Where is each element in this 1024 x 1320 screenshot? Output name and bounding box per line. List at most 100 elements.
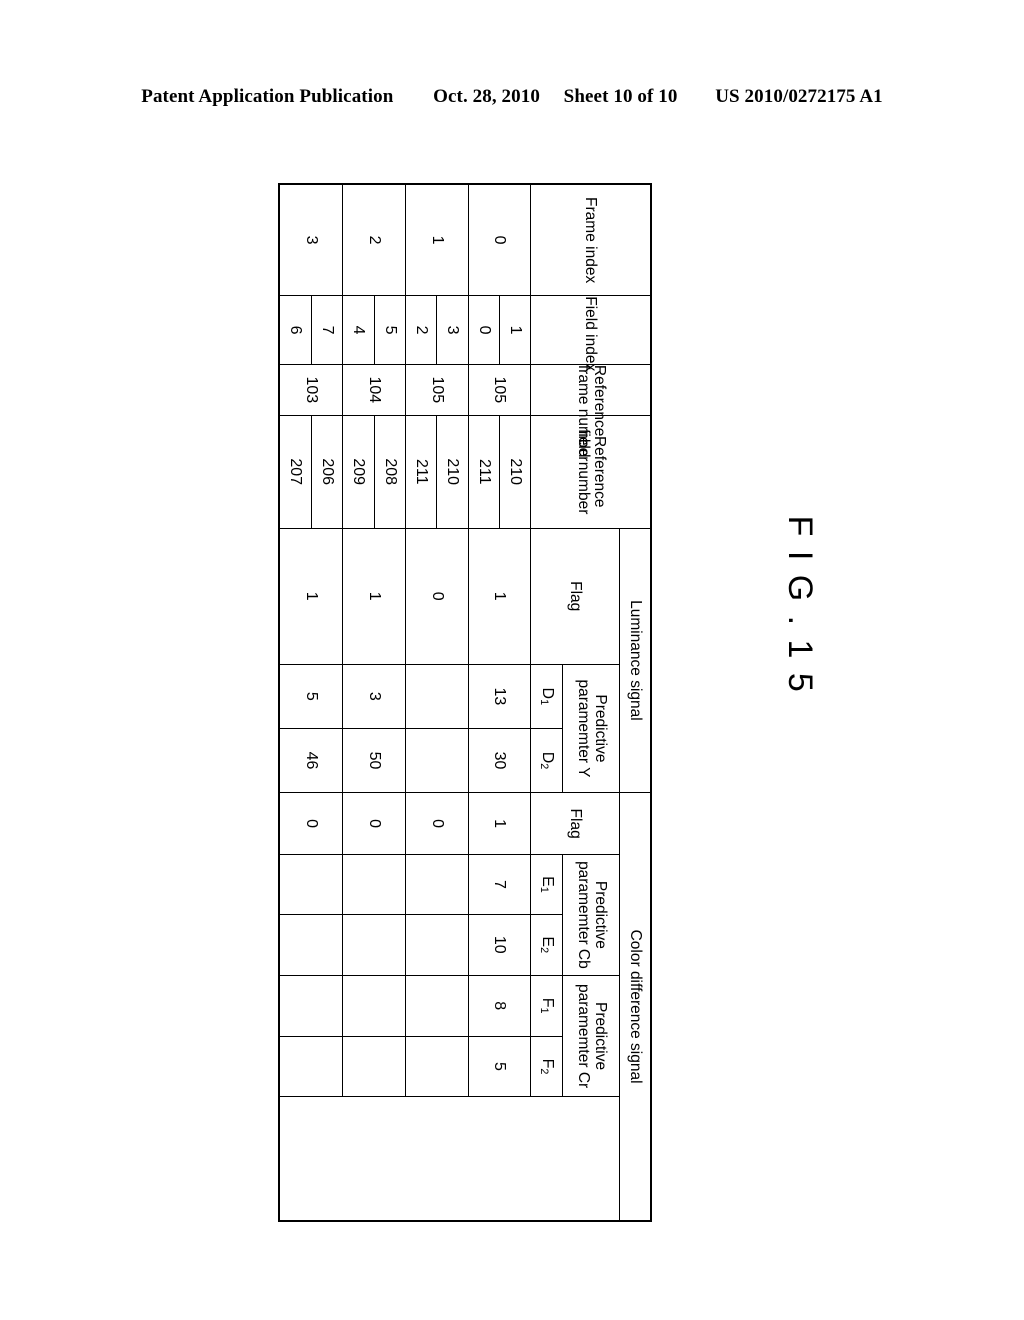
cell-reference-frame-number: 105: [468, 364, 531, 416]
subheader-f1-base: F: [538, 997, 556, 1008]
cell-e2: [405, 914, 469, 976]
cell-reference-frame-number: 103: [279, 364, 343, 416]
cell-frame-index: 2: [342, 184, 406, 296]
cell-luminance-flag: 1: [342, 528, 406, 665]
cell-e1: [405, 854, 469, 915]
cell-field-index: 6: [279, 295, 312, 365]
cell-reference-field-number: 210: [499, 415, 531, 529]
cell-field-index: 3: [436, 295, 469, 365]
header-luminance-flag: Flag: [530, 528, 620, 665]
cell-e2: 10: [468, 914, 531, 976]
cell-d1: 3: [342, 664, 406, 729]
group-header-luminance-signal: Luminance signal: [619, 528, 651, 793]
prediction-parameter-table: Frame index Field index Reference frame …: [278, 183, 652, 1222]
cell-reference-field-number: 209: [342, 415, 375, 529]
header-predictive-parameter-cr-line1: Predictive: [591, 1002, 609, 1071]
header-chroma-flag: Flag: [530, 792, 620, 855]
header-reference-field-number-line2: field number: [574, 429, 592, 515]
cell-reference-field-number: 211: [405, 415, 437, 529]
subheader-d2-base: D: [538, 751, 556, 764]
subheader-d2-sub: 2: [537, 763, 550, 770]
header-predictive-parameter-cr-line2: paramemter Cr: [575, 983, 593, 1089]
cell-luminance-flag: 1: [279, 528, 343, 665]
subheader-d2: D2: [530, 728, 563, 793]
cell-chroma-flag: 1: [468, 792, 531, 855]
header-field-index: Field index: [530, 295, 651, 371]
cell-chroma-flag: 0: [405, 792, 469, 855]
cell-e2: [342, 914, 406, 976]
table-row: 1 3 105 210 0 0: [405, 184, 469, 1221]
cell-field-index: 1: [499, 295, 531, 365]
cell-reference-field-number: 211: [468, 415, 500, 529]
subheader-f2-sub: 2: [537, 1068, 550, 1075]
figure-15-container: Frame index Field index Reference frame …: [278, 183, 652, 1222]
cell-field-index: 0: [468, 295, 500, 365]
table-row: 2 5 104 208 1 3 50 0: [342, 184, 406, 1221]
group-header-color-difference-signal: Color difference signal: [619, 792, 651, 1221]
subheader-d1: D1: [530, 664, 563, 729]
cell-reference-field-number: 210: [436, 415, 469, 529]
table-row: 0 1 105 210 1 13 30 1 7 10 8 5: [468, 184, 531, 1221]
subheader-d1-sub: 1: [537, 699, 550, 706]
cell-frame-index: 1: [405, 184, 469, 296]
page-header: Patent Application Publication Oct. 28, …: [0, 86, 1024, 108]
cell-d2: [405, 728, 469, 793]
header-frame-index: Frame index: [530, 184, 651, 296]
sheet-number: Sheet 10 of 10: [563, 86, 678, 107]
header-predictive-parameter-y-line1: Predictive: [591, 694, 609, 763]
cell-reference-field-number: 206: [311, 415, 343, 529]
cell-e1: 7: [468, 854, 531, 915]
header-reference-field-number: Reference field number: [530, 415, 651, 529]
rotated-table-wrapper: Frame index Field index Reference frame …: [278, 183, 652, 1222]
cell-f1: 8: [468, 975, 531, 1037]
cell-f1: [279, 975, 343, 1037]
header-predictive-parameter-cb-line2: paramemter Cb: [575, 861, 593, 969]
subheader-f2: F2: [530, 1036, 563, 1097]
subheader-e2-sub: 2: [537, 947, 550, 954]
header-reference-frame-number-line1: Reference: [591, 364, 609, 437]
cell-field-index: 5: [374, 295, 406, 365]
cell-f1: [405, 975, 469, 1037]
cell-d1: 13: [468, 664, 531, 729]
header-reference-field-number-line1: Reference: [591, 435, 609, 508]
header-predictive-parameter-cr: Predictive paramemter Cr: [562, 975, 620, 1097]
cell-f1: [342, 975, 406, 1037]
header-predictive-parameter-cb-line1: Predictive: [591, 880, 609, 949]
cell-f2: [279, 1036, 343, 1097]
subheader-d1-base: D: [538, 687, 556, 700]
subheader-f1-sub: 1: [537, 1007, 550, 1014]
subheader-e2-base: E: [538, 936, 556, 948]
subheader-e2: E2: [530, 914, 563, 976]
cell-luminance-flag: 1: [468, 528, 531, 665]
figure-label: F I G . 1 5: [781, 515, 819, 695]
cell-d2: 50: [342, 728, 406, 793]
cell-reference-field-number: 207: [279, 415, 312, 529]
header-predictive-parameter-y-line2: paramemter Y: [575, 679, 593, 778]
publication-label: Patent Application Publication: [141, 86, 394, 107]
header-predictive-parameter-cb: Predictive paramemter Cb: [562, 854, 620, 976]
subheader-f2-base: F: [538, 1058, 556, 1069]
table-header-row-top: Frame index Field index Reference frame …: [530, 184, 651, 1221]
cell-frame-index: 3: [279, 184, 343, 296]
cell-f2: 5: [468, 1036, 531, 1097]
cell-d1: [405, 664, 469, 729]
cell-chroma-flag: 0: [279, 792, 343, 855]
cell-field-index: 4: [342, 295, 375, 365]
subheader-e1-sub: 1: [537, 886, 550, 893]
cell-d2: 46: [279, 728, 343, 793]
cell-f2: [405, 1036, 469, 1097]
header-reference-frame-number: Reference frame number: [530, 364, 651, 461]
publication-date: Oct. 28, 2010: [433, 86, 540, 107]
table-row: 3 7 103 206 1 5 46 0: [279, 184, 343, 1221]
header-predictive-parameter-y: Predictive paramemter Y: [562, 664, 620, 793]
cell-d2: 30: [468, 728, 531, 793]
cell-frame-index: 0: [468, 184, 531, 296]
subheader-e1: E1: [530, 854, 563, 915]
cell-chroma-flag: 0: [342, 792, 406, 855]
cell-e2: [279, 914, 343, 976]
cell-reference-field-number: 208: [374, 415, 406, 529]
cell-reference-frame-number: 104: [342, 364, 406, 416]
cell-reference-frame-number: 105: [405, 364, 469, 416]
subheader-e1-base: E: [538, 876, 556, 887]
cell-e1: [279, 854, 343, 915]
